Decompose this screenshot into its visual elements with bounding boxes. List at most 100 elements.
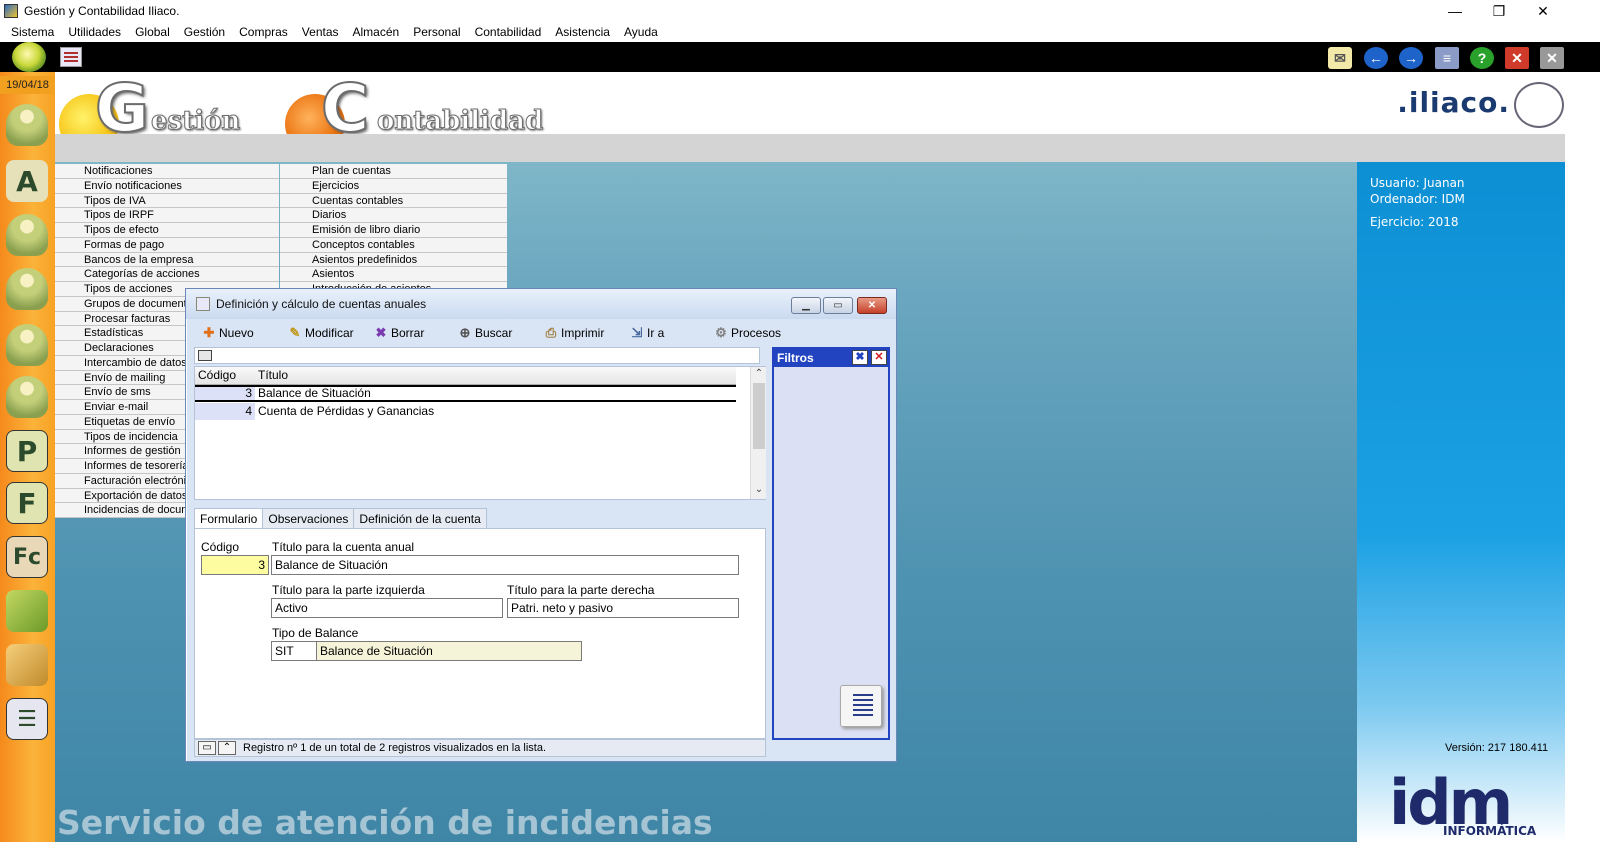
menu-ventas[interactable]: Ventas — [295, 25, 346, 39]
close-filters-icon[interactable]: ✕ — [871, 350, 887, 365]
menu-col1-item[interactable]: Envío notificaciones — [55, 178, 279, 194]
person-icon[interactable] — [6, 214, 48, 256]
status-bar: ▭ ⌃ Registro nº 1 de un total de 2 regis… — [194, 739, 766, 757]
agenda-icon[interactable] — [60, 47, 82, 67]
column-header-codigo[interactable]: Código — [195, 367, 255, 384]
imprimir-button[interactable]: ⎙ Imprimir — [542, 321, 605, 345]
tab-definicion[interactable]: Definición de la cuenta — [353, 508, 487, 528]
records-grid: Código Título 3 Balance de Situación 4 C… — [194, 366, 766, 500]
f-icon[interactable]: F — [6, 482, 48, 524]
modificar-button[interactable]: ✎ Modificar — [286, 321, 354, 345]
abc-icon[interactable]: A — [6, 160, 48, 202]
footer-strip — [0, 842, 1600, 858]
izquierda-field[interactable]: Activo — [271, 598, 503, 618]
table-row[interactable]: 3 Balance de Situación — [195, 385, 736, 402]
windows-list-icon[interactable]: ≡ — [1435, 47, 1459, 69]
maximize-button[interactable]: ❐ — [1476, 0, 1522, 22]
nuevo-button[interactable]: ✚ Nuevo — [200, 321, 254, 345]
person-a-icon[interactable] — [6, 376, 48, 418]
person-p-icon[interactable] — [6, 268, 48, 310]
menu-utilidades[interactable]: Utilidades — [61, 25, 128, 39]
menu-col1-item[interactable]: Notificaciones — [55, 164, 279, 179]
clear-filters-icon[interactable]: ✖ — [852, 350, 868, 365]
column-header-titulo[interactable]: Título — [255, 367, 288, 384]
scroll-down-icon[interactable]: ⌄ — [751, 483, 767, 497]
dialog-minimize-button[interactable]: ▁ — [791, 297, 821, 314]
menu-col1-item[interactable]: Bancos de la empresa — [55, 252, 279, 268]
header-strip — [55, 134, 1600, 162]
menu-bar: Sistema Utilidades Global Gestión Compra… — [0, 22, 1600, 42]
gear-icon: ⚙ — [715, 325, 727, 340]
bag-orange-icon[interactable] — [6, 644, 48, 686]
menu-personal[interactable]: Personal — [406, 25, 467, 39]
back-arrow-icon[interactable]: ← — [1364, 47, 1388, 69]
menu-col2-item[interactable]: Conceptos contables — [280, 237, 507, 253]
edit-icon: ✎ — [289, 325, 301, 340]
menu-asistencia[interactable]: Asistencia — [548, 25, 617, 39]
title-bar: Gestión y Contabilidad Iliaco. — ❐ ✕ — [0, 0, 1600, 22]
cell-titulo: Cuenta de Pérdidas y Ganancias — [258, 404, 435, 418]
menu-global[interactable]: Global — [128, 25, 177, 39]
table-row[interactable]: 4 Cuenta de Pérdidas y Ganancias — [195, 403, 736, 420]
scroll-up-icon[interactable]: ⌃ — [751, 367, 767, 381]
borrar-button[interactable]: ✖ Borrar — [372, 321, 425, 345]
menu-col1-item[interactable]: Tipos de efecto — [55, 223, 279, 238]
start-orb-icon[interactable] — [12, 42, 46, 72]
titulo-field[interactable]: Balance de Situación — [271, 555, 739, 575]
menu-col2-item[interactable]: Cuentas contables — [280, 193, 507, 209]
menu-sistema[interactable]: Sistema — [4, 25, 61, 39]
menu-col1-item[interactable]: Tipos de IVA — [55, 193, 279, 209]
tipo-balance-label: Tipo de Balance — [272, 626, 359, 640]
menu-col1-item[interactable]: Tipos de IRPF — [55, 208, 279, 223]
notes-icon[interactable] — [840, 685, 882, 727]
minimize-button[interactable]: — — [1432, 0, 1478, 22]
printer-icon: ⎙ — [545, 325, 557, 340]
menu-almacen[interactable]: Almacén — [346, 25, 407, 39]
menu-col2-item[interactable]: Asientos — [280, 267, 507, 282]
menu-col1-item[interactable]: Categorías de acciones — [55, 267, 279, 282]
fc-icon[interactable]: Fc — [6, 536, 48, 578]
dialog-title-bar[interactable]: Definición y cálculo de cuentas anuales — [186, 289, 896, 319]
quick-search-input[interactable] — [194, 347, 760, 364]
keyboard-toggle-icon[interactable]: ▭ — [198, 741, 216, 755]
imprimir-label: Imprimir — [561, 326, 605, 340]
menu-compras[interactable]: Compras — [232, 25, 295, 39]
people-icon[interactable] — [6, 324, 48, 366]
close-window-icon[interactable]: ✕ — [1505, 47, 1529, 69]
keyboard-icon[interactable] — [198, 350, 212, 361]
menu-col1-item[interactable]: Formas de pago — [55, 237, 279, 253]
tab-formulario[interactable]: Formulario — [194, 508, 264, 529]
scroll-thumb[interactable] — [753, 383, 765, 449]
procesos-button[interactable]: ⚙ Procesos — [712, 321, 781, 345]
ir-a-button[interactable]: ⇲ Ir a — [628, 321, 665, 345]
buscar-button[interactable]: ⊕ Buscar — [456, 321, 513, 345]
menu-contabilidad[interactable]: Contabilidad — [468, 25, 549, 39]
p-icon[interactable]: P — [6, 430, 48, 472]
menu-ayuda[interactable]: Ayuda — [617, 25, 665, 39]
list-icon[interactable]: ☰ — [6, 698, 48, 740]
bag-green-icon[interactable] — [6, 590, 48, 632]
close-button[interactable]: ✕ — [1520, 0, 1566, 22]
tipo-balance-code-field[interactable]: SIT — [271, 641, 317, 661]
service-banner[interactable]: Servicio de atención de incidencias — [57, 803, 713, 842]
users-icon[interactable] — [6, 104, 48, 146]
menu-col2-item[interactable]: Plan de cuentas — [280, 164, 507, 179]
menu-gestion[interactable]: Gestión — [177, 25, 232, 39]
menu-col2-item[interactable]: Diarios — [280, 208, 507, 223]
mail-icon[interactable]: ✉ — [1328, 47, 1352, 69]
forward-arrow-icon[interactable]: → — [1399, 47, 1423, 69]
app-icon — [4, 4, 18, 18]
codigo-field[interactable]: 3 — [201, 555, 269, 575]
close-all-icon[interactable]: ✕ — [1540, 47, 1564, 69]
menu-col2-item[interactable]: Emisión de libro diario — [280, 223, 507, 238]
grid-scrollbar[interactable]: ⌃ ⌄ — [750, 367, 766, 499]
menu-col2-item[interactable]: Ejercicios — [280, 178, 507, 194]
dialog-maximize-button[interactable]: ▭ — [823, 297, 853, 314]
menu-col2-item[interactable]: Asientos predefinidos — [280, 252, 507, 268]
collapse-up-icon[interactable]: ⌃ — [218, 741, 236, 755]
derecha-field[interactable]: Patri. neto y pasivo — [507, 598, 739, 618]
tab-observaciones[interactable]: Observaciones — [262, 508, 355, 528]
codigo-label: Código — [201, 540, 240, 554]
help-icon[interactable]: ? — [1470, 47, 1494, 69]
dialog-close-button[interactable]: ✕ — [857, 297, 887, 314]
